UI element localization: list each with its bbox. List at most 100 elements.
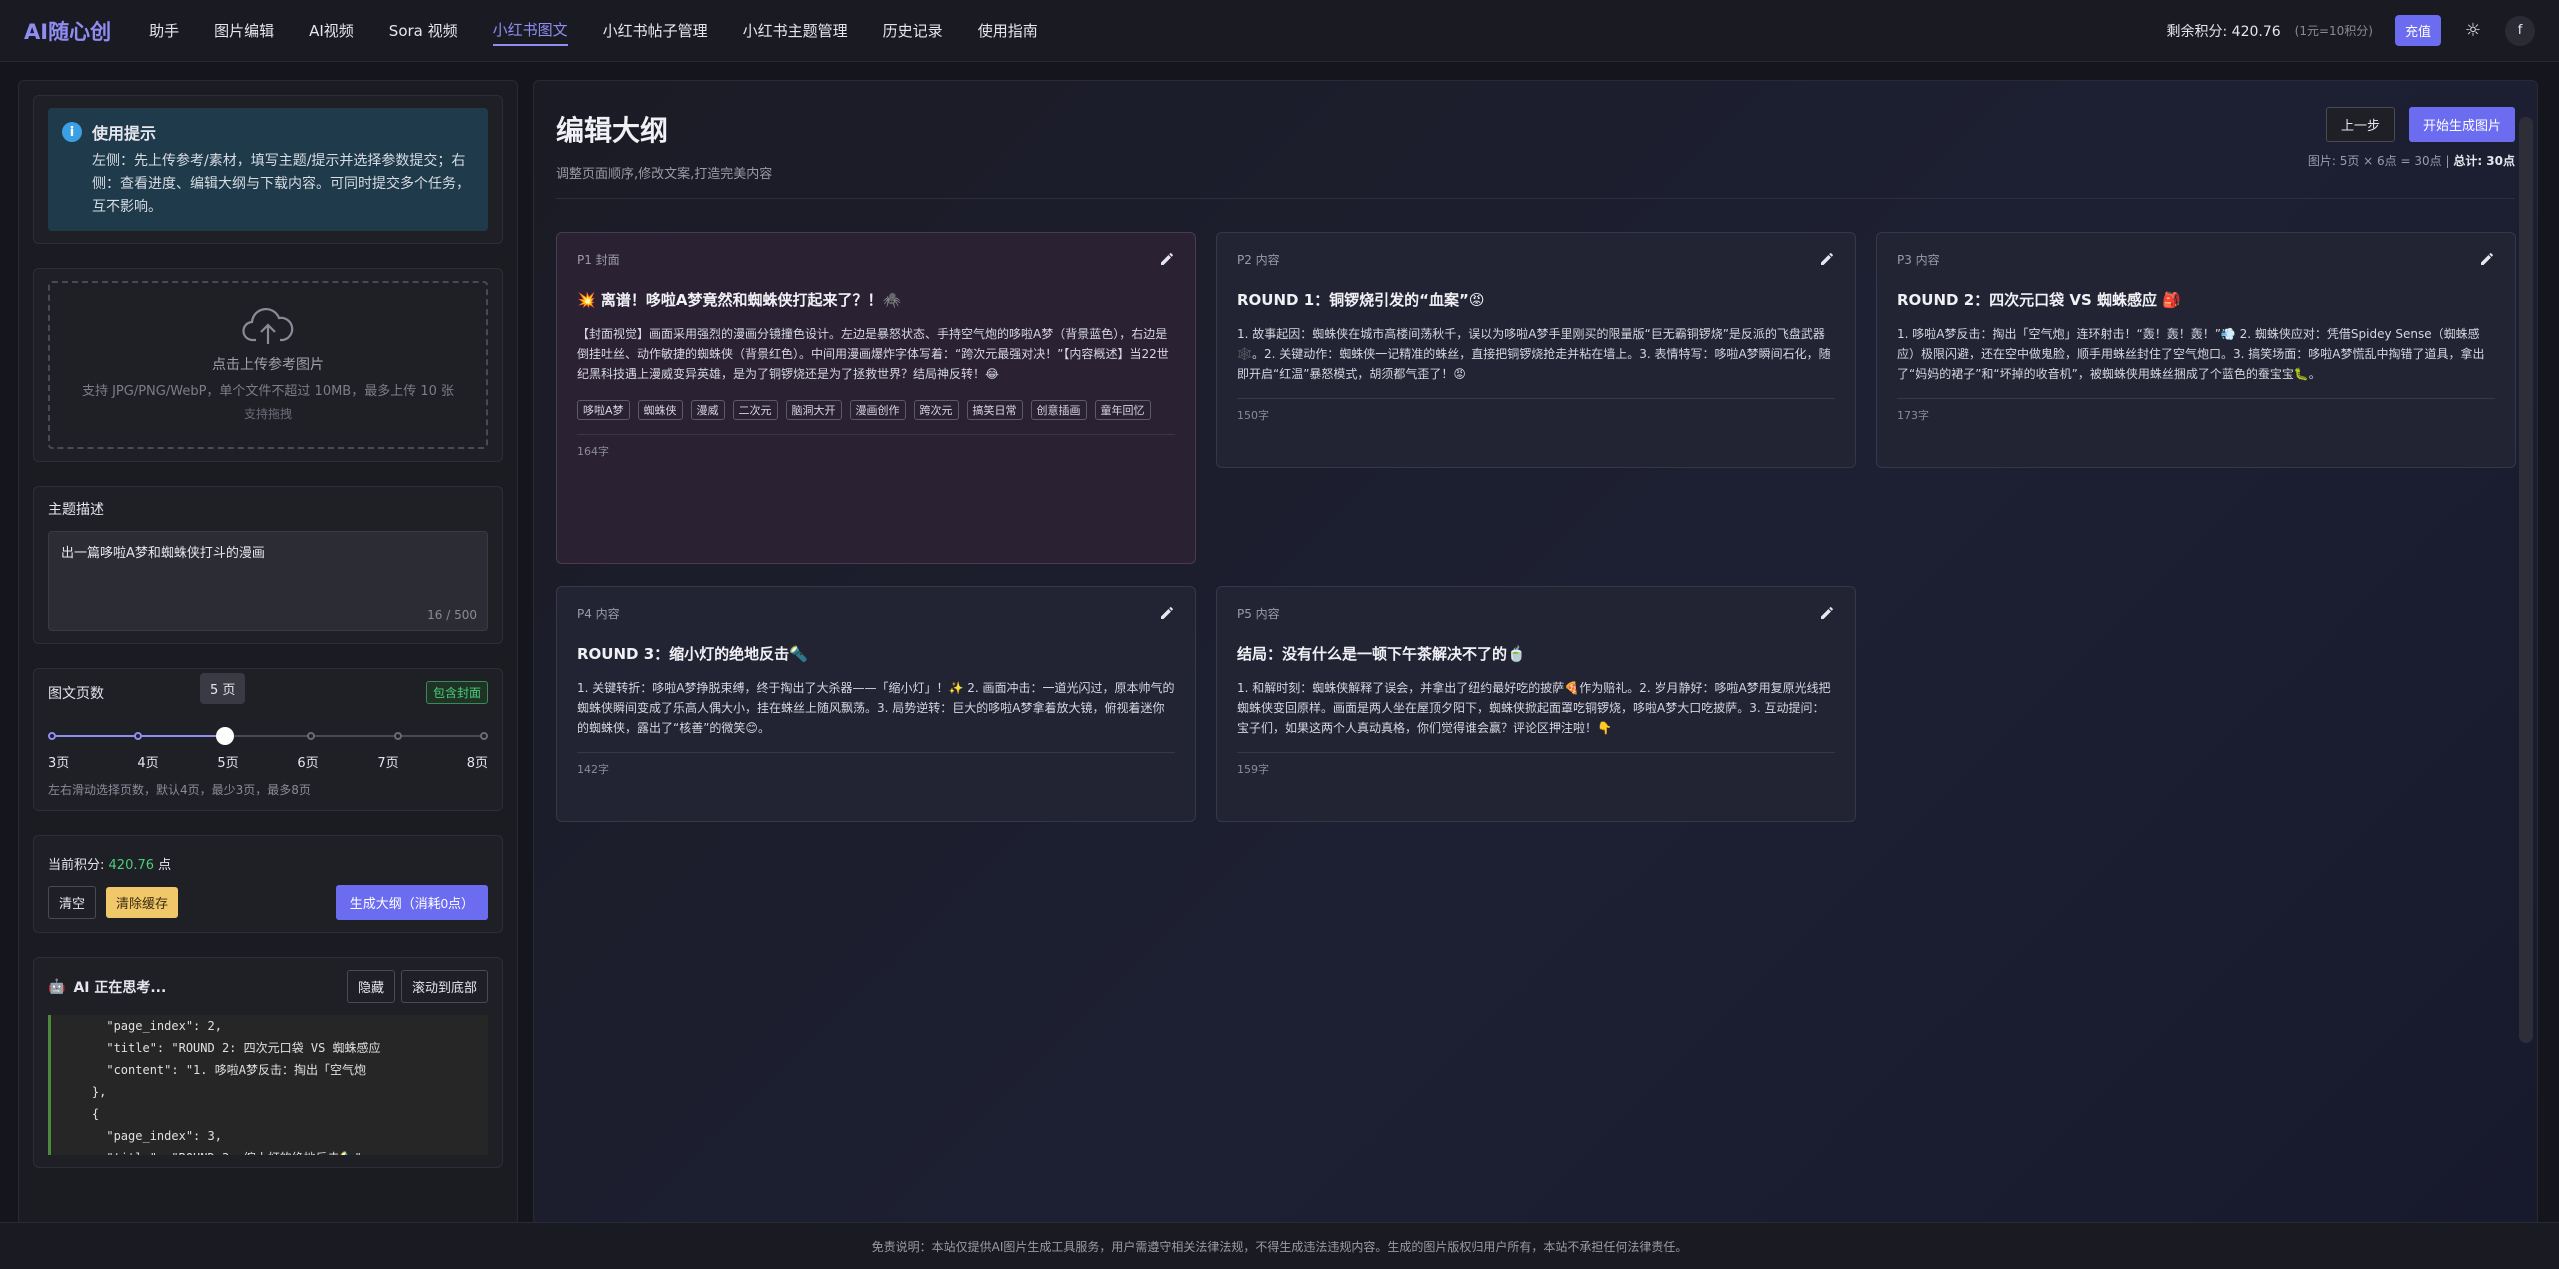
card-body: 1. 故事起因：蜘蛛侠在城市高楼间荡秋千，误以为哆啦A梦手里刚买的限量版“巨无霸… <box>1237 327 1831 381</box>
slider-stop[interactable] <box>134 732 143 740</box>
tick-5[interactable]: 5页 <box>208 752 248 771</box>
card-char-count: 142字 <box>577 752 1175 777</box>
nav-history[interactable]: 历史记录 <box>883 16 943 45</box>
slider-stop[interactable] <box>307 732 316 740</box>
generate-panel: 当前积分: 420.76 点 清空 清除缓存 生成大纲（消耗0点） <box>33 835 503 933</box>
nav-xhs-post-manage[interactable]: 小红书帖子管理 <box>603 16 708 45</box>
scroll-bottom-button[interactable]: 滚动到底部 <box>400 970 488 1003</box>
current-credits: 当前积分: 420.76 点 <box>48 854 488 873</box>
card-title: 结局：没有什么是一顿下午茶解决不了的🍵 <box>1237 645 1526 663</box>
slider-thumb[interactable] <box>215 727 234 745</box>
left-sidebar: i 使用提示 左侧：先上传参考/素材，填写主题/提示并选择参数提交；右侧：查看进… <box>18 80 518 1225</box>
nav-sora-video[interactable]: Sora 视频 <box>389 16 458 45</box>
outline-card-p2[interactable]: P2 内容 ROUND 1：铜锣烧引发的“血案”😡 1. 故事起因：蜘蛛侠在城市… <box>1216 232 1856 468</box>
card-tag: P5 内容 <box>1237 606 1280 621</box>
sun-icon[interactable]: ☼ <box>2463 20 2483 41</box>
upload-panel: 点击上传参考图片 支持 JPG/PNG/WebP，单个文件不超过 10MB，最多… <box>33 268 503 462</box>
card-char-count: 159字 <box>1237 752 1835 777</box>
card-body: 1. 和解时刻：蜘蛛侠解释了误会，并拿出了纽约最好吃的披萨🍕作为赔礼。2. 岁月… <box>1237 681 1831 735</box>
hashtag: 脑洞大开 <box>785 400 842 420</box>
upload-drag-text: 支持拖拽 <box>243 407 292 421</box>
nav-guide[interactable]: 使用指南 <box>978 16 1038 45</box>
topic-label: 主题描述 <box>48 502 104 518</box>
page-title: 编辑大纲 <box>556 114 669 147</box>
tick-8[interactable]: 8页 <box>448 752 488 771</box>
hashtag: 跨次元 <box>913 400 959 420</box>
tick-3[interactable]: 3页 <box>48 752 88 771</box>
pages-panel: 图文页数 5 页 包含封面 3页 4页 5页 6页 7页 8页 左右滑动选择页数… <box>33 668 503 811</box>
topic-textarea[interactable]: 出一篇哆啦A梦和蜘蛛侠打斗的漫画 16 / 500 <box>48 531 488 631</box>
hashtag: 童年回忆 <box>1094 400 1151 420</box>
main-panel: 编辑大纲 调整页面顺序,修改文案,打造完美内容 上一步 开始生成图片 图片: 5… <box>533 80 2538 1225</box>
topic-panel: 主题描述 出一篇哆啦A梦和蜘蛛侠打斗的漫画 16 / 500 <box>33 486 503 644</box>
card-tag: P1 封面 <box>577 252 620 267</box>
nav-ai-video[interactable]: AI视频 <box>309 16 354 45</box>
upload-sub-text: 支持 JPG/PNG/WebP，单个文件不超过 10MB，最多上传 10 张 <box>81 384 455 399</box>
card-body: 【封面视觉】画面采用强烈的漫画分镜撞色设计。左边是暴怒状态、手持空气炮的哆啦A梦… <box>577 327 1169 381</box>
nav-xhs-topic-manage[interactable]: 小红书主题管理 <box>743 16 848 45</box>
slider-stop[interactable] <box>480 732 488 740</box>
hashtag: 创意插画 <box>1030 400 1087 420</box>
page-subtitle: 调整页面顺序,修改文案,打造完美内容 <box>556 167 773 182</box>
pencil-icon[interactable] <box>1159 251 1175 267</box>
card-char-count: 150字 <box>1237 398 1835 423</box>
clear-cache-button[interactable]: 清除缓存 <box>106 887 179 918</box>
tick-4[interactable]: 4页 <box>128 752 168 771</box>
card-body: 1. 哆啦A梦反击：掏出「空气炮」连环射击！“轰！轰！轰！”💨 2. 蜘蛛侠应对… <box>1897 327 2485 381</box>
card-tags: 哆啦A梦 蜘蛛侠 漫威 二次元 脑洞大开 漫画创作 跨次元 搞笑日常 创意插画 … <box>577 400 1175 420</box>
outline-card-p3[interactable]: P3 内容 ROUND 2：四次元口袋 VS 蜘蛛感应 🎒 1. 哆啦A梦反击：… <box>1876 232 2516 468</box>
main-scrollbar[interactable] <box>2519 117 2533 1043</box>
slider-stop[interactable] <box>48 732 56 740</box>
card-tag: P3 内容 <box>1897 252 1940 267</box>
slider-stop[interactable] <box>393 732 402 740</box>
info-icon: i <box>62 122 82 142</box>
pencil-icon[interactable] <box>1819 251 1835 267</box>
thinking-title: AI 正在思考... <box>73 979 167 996</box>
top-nav-bar: AI随心创 助手 图片编辑 AI视频 Sora 视频 小红书图文 小红书帖子管理… <box>0 0 2559 62</box>
hashtag: 搞笑日常 <box>966 400 1023 420</box>
pencil-icon[interactable] <box>2479 251 2495 267</box>
generate-outline-button[interactable]: 生成大纲（消耗0点） <box>335 885 488 920</box>
card-title: ROUND 2：四次元口袋 VS 蜘蛛感应 🎒 <box>1897 291 2181 309</box>
tick-6[interactable]: 6页 <box>288 752 328 771</box>
thinking-stream[interactable]: "page_index": 2, "title": "ROUND 2: 四次元口… <box>48 1015 488 1155</box>
tick-7[interactable]: 7页 <box>368 752 408 771</box>
hashtag: 漫画创作 <box>849 400 906 420</box>
card-title: 💥 离谱！哆啦A梦竟然和蜘蛛侠打起来了？！🕷️ <box>577 291 902 309</box>
cost-separator: | <box>2445 154 2450 168</box>
footer-disclaimer: 免责说明：本站仅提供AI图片生成工具服务，用户需遵守相关法律法规，不得生成违法违… <box>0 1222 2559 1269</box>
cover-badge: 包含封面 <box>425 681 488 704</box>
card-body: 1. 关键转折：哆啦A梦挣脱束缚，终于掏出了大杀器——「缩小灯」！✨ 2. 画面… <box>577 681 1175 735</box>
credits-unit: 点 <box>158 858 172 873</box>
generate-images-button[interactable]: 开始生成图片 <box>2408 107 2515 142</box>
cost-detail: 图片: 5页 × 6点 = 30点 <box>2307 154 2442 168</box>
nav-image-edit[interactable]: 图片编辑 <box>214 16 274 45</box>
outline-card-p5[interactable]: P5 内容 结局：没有什么是一顿下午茶解决不了的🍵 1. 和解时刻：蜘蛛侠解释了… <box>1216 586 1856 822</box>
pencil-icon[interactable] <box>1159 605 1175 621</box>
pencil-icon[interactable] <box>1819 605 1835 621</box>
outline-card-p1[interactable]: P1 封面 💥 离谱！哆啦A梦竟然和蜘蛛侠打起来了？！🕷️ 【封面视觉】画面采用… <box>556 232 1196 564</box>
recharge-button[interactable]: 充值 <box>2394 15 2441 46</box>
card-title: ROUND 3：缩小灯的绝地反击🔦 <box>577 645 808 663</box>
tip-panel: i 使用提示 左侧：先上传参考/素材，填写主题/提示并选择参数提交；右侧：查看进… <box>33 95 503 244</box>
cloud-upload-icon <box>242 308 294 344</box>
cost-summary: 图片: 5页 × 6点 = 30点 | 总计: 30点 <box>2308 152 2515 169</box>
cost-total: 总计: 30点 <box>2453 154 2515 168</box>
main-header: 编辑大纲 调整页面顺序,修改文案,打造完美内容 上一步 开始生成图片 图片: 5… <box>556 81 2515 199</box>
nav-assistant[interactable]: 助手 <box>149 16 179 45</box>
clear-button[interactable]: 清空 <box>48 886 97 919</box>
tip-box: i 使用提示 左侧：先上传参考/素材，填写主题/提示并选择参数提交；右侧：查看进… <box>48 108 488 231</box>
topbar-right: 剩余积分: 420.76 (1元=10积分) 充值 ☼ f <box>2167 15 2535 46</box>
pages-slider[interactable] <box>48 726 488 746</box>
outline-card-p4[interactable]: P4 内容 ROUND 3：缩小灯的绝地反击🔦 1. 关键转折：哆啦A梦挣脱束缚… <box>556 586 1196 822</box>
upload-dropzone[interactable]: 点击上传参考图片 支持 JPG/PNG/WebP，单个文件不超过 10MB，最多… <box>48 281 488 449</box>
nav-xhs-post[interactable]: 小红书图文 <box>492 15 568 46</box>
slider-ticks: 3页 4页 5页 6页 7页 8页 <box>48 752 488 771</box>
card-title: ROUND 1：铜锣烧引发的“血案”😡 <box>1237 291 1485 309</box>
avatar[interactable]: f <box>2505 15 2535 46</box>
brand-logo[interactable]: AI随心创 <box>24 16 111 46</box>
card-tag: P2 内容 <box>1237 252 1280 267</box>
prev-step-button[interactable]: 上一步 <box>2325 107 2395 142</box>
hide-thinking-button[interactable]: 隐藏 <box>346 970 395 1003</box>
tip-body: 左侧：先上传参考/素材，填写主题/提示并选择参数提交；右侧：查看进度、编辑大纲与… <box>92 153 470 215</box>
